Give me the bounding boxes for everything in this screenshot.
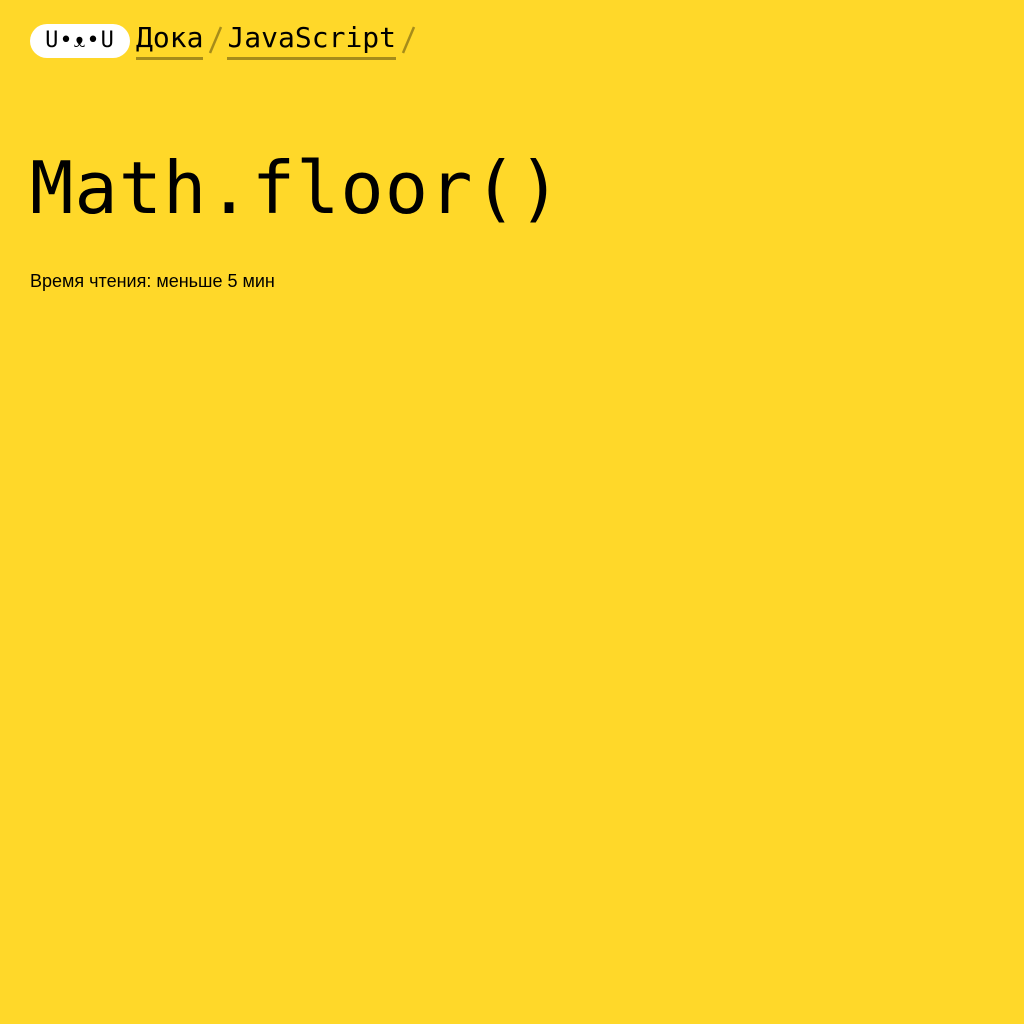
breadcrumb-item-doka[interactable]: Дока <box>136 20 204 60</box>
slash-separator-icon <box>396 20 420 58</box>
page: U•ᴥ•U Дока JavaScript Math.floor() Время… <box>0 0 1024 1024</box>
slash-separator-icon <box>203 20 227 58</box>
reading-time: Время чтения: меньше 5 мин <box>30 271 275 291</box>
breadcrumb: U•ᴥ•U Дока JavaScript <box>30 20 420 64</box>
logo-home-link[interactable]: U•ᴥ•U <box>30 24 130 58</box>
breadcrumb-item-javascript[interactable]: JavaScript <box>227 20 397 60</box>
page-title: Math.floor() <box>30 146 563 230</box>
logo-icon: U•ᴥ•U <box>45 28 115 53</box>
